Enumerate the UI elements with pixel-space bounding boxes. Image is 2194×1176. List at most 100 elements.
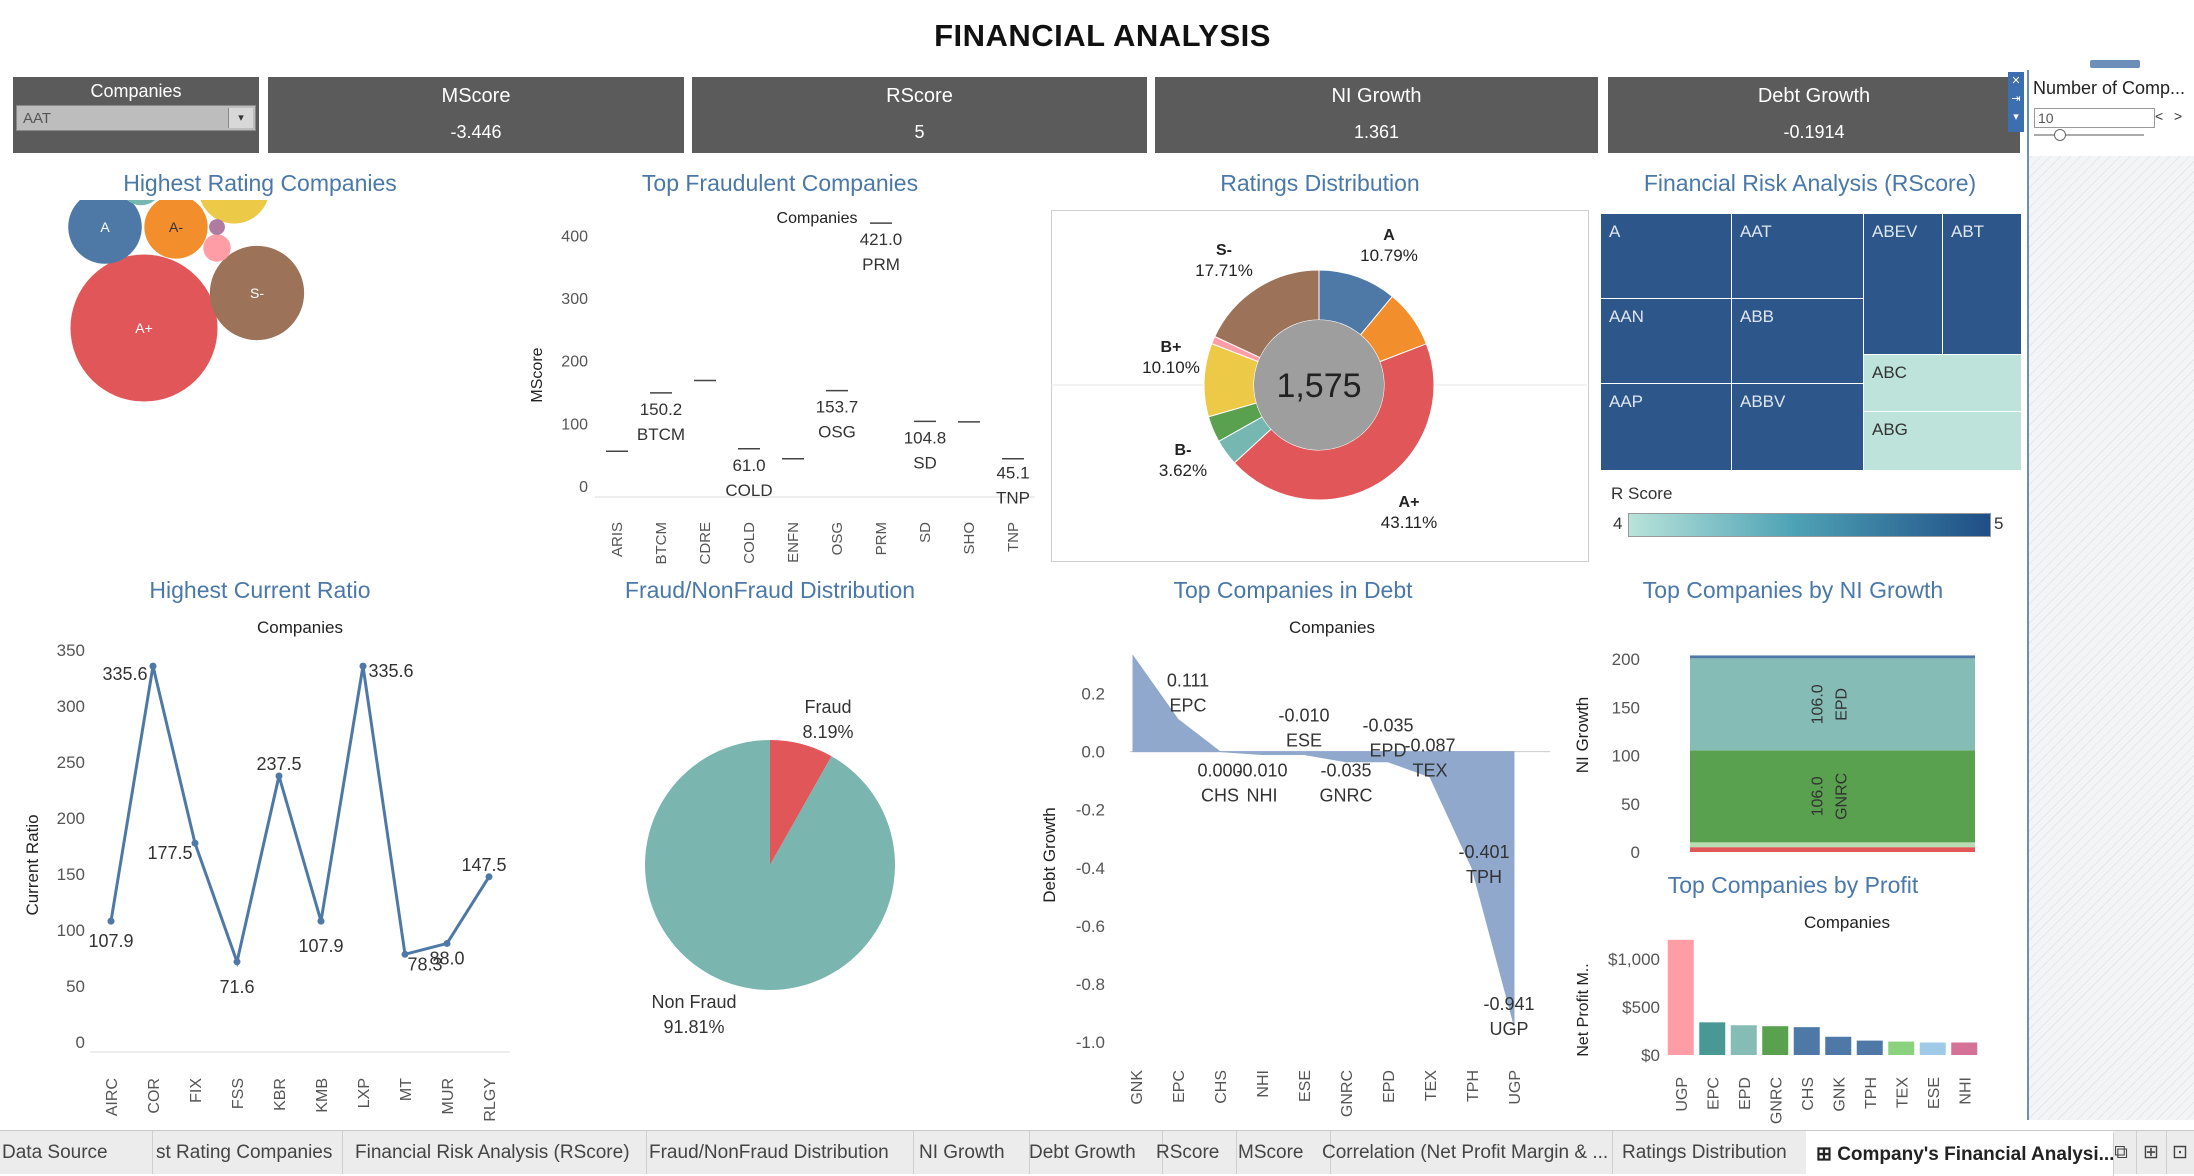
tab-company-analysis[interactable]: ⊞ Company's Financial Analysi... xyxy=(1806,1131,2114,1176)
count-input[interactable]: 10 xyxy=(2034,108,2155,128)
ni-growth-chart: NI Growth 0 50 100 150 200 106.0 GNRC 106.0 EPD xyxy=(1573,650,1975,862)
debt-chart-title: Top Companies in Debt xyxy=(1173,577,1413,603)
slice-name: B+ xyxy=(1161,339,1182,356)
slice-name: Non Fraud xyxy=(651,992,736,1012)
y-tick: 0 xyxy=(76,1033,85,1052)
series-line xyxy=(109,665,491,968)
profit-bar xyxy=(1888,1041,1915,1055)
tab-correlation[interactable]: Correlation (Net Profit Margin & ... xyxy=(1320,1131,1613,1174)
bar-segment xyxy=(1690,750,1975,843)
new-story-icon[interactable]: ⊡ xyxy=(2166,1131,2194,1174)
kpi-rscore: RScore 5 xyxy=(692,77,1147,153)
chevron-down-icon[interactable]: ▾ xyxy=(228,108,253,128)
pin-icon: ✕ ⇥ ▾ xyxy=(2011,75,2021,123)
treemap-cell[interactable]: ABG xyxy=(1864,412,2021,470)
dropdown-value: AAT xyxy=(23,110,52,127)
treemap-cell[interactable]: AAN xyxy=(1601,299,1731,383)
data-label: -0.035 xyxy=(1320,761,1371,781)
pie-slice xyxy=(645,740,895,990)
slice-pct: 3.62% xyxy=(1159,461,1207,480)
kpi-label: NI Growth xyxy=(1331,85,1422,107)
tab-ratings-distribution[interactable]: Ratings Distribution xyxy=(1610,1131,1816,1174)
companies-dropdown[interactable]: AAT ▾ xyxy=(16,105,256,131)
x-tick: MUR xyxy=(440,1078,457,1114)
chevron-left-icon[interactable]: < xyxy=(2155,108,2163,124)
fraud-pie-chart: Fraud 8.19% Non Fraud 91.81% xyxy=(645,697,895,1037)
tab-rscore[interactable]: RScore xyxy=(1148,1131,1237,1174)
slice-pct: 43.11% xyxy=(1381,513,1437,532)
profit-bar xyxy=(1667,939,1694,1055)
data-label: 147.5 xyxy=(461,855,506,875)
slider-track[interactable] xyxy=(2034,134,2144,136)
segment-name: GNRC xyxy=(1834,773,1851,820)
risk-treemap: A AAT ABEV ABT AAN ABB AAP ABBV ABC ABG xyxy=(1601,214,2021,470)
treemap-cell[interactable]: ABBV xyxy=(1732,384,1863,470)
legend-title: R Score xyxy=(1611,484,1673,503)
tab-data-source[interactable]: Data Source xyxy=(0,1131,153,1174)
treemap-cell[interactable]: ABC xyxy=(1864,355,2021,411)
panel-toggle[interactable]: ✕ ⇥ ▾ xyxy=(2008,72,2024,132)
profit-bar xyxy=(1730,1025,1757,1055)
fraudulent-chart: Companies MScore 0 100 200 300 400 ARIS BTCM CDRE… xyxy=(529,210,1035,565)
slice-pct: 91.81% xyxy=(663,1017,724,1037)
tab-ni-growth[interactable]: NI Growth xyxy=(905,1131,1030,1174)
y-tick: 0.2 xyxy=(1081,685,1105,704)
x-tick: OSG xyxy=(829,522,846,555)
slider-handle[interactable] xyxy=(2054,129,2066,141)
tab-financial-risk[interactable]: Financial Risk Analysis (RScore) xyxy=(343,1131,647,1174)
tab-fraud-distribution[interactable]: Fraud/NonFraud Distribution xyxy=(637,1131,914,1174)
data-label: EPD xyxy=(1369,741,1406,761)
y-tick: -0.6 xyxy=(1076,917,1105,936)
x-tick: TEX xyxy=(1894,1077,1911,1108)
companies-filter[interactable]: Companies AAT ▾ xyxy=(13,77,259,153)
x-tick: TEX xyxy=(1423,1070,1440,1101)
legend-min: 4 xyxy=(1613,514,1623,533)
y-tick: -1.0 xyxy=(1076,1033,1105,1052)
data-label: 88.0 xyxy=(429,948,464,968)
profit-bar xyxy=(1856,1040,1883,1055)
chevron-right-icon[interactable]: > xyxy=(2174,108,2182,124)
profit-title: Top Companies by Profit xyxy=(1667,872,1919,898)
filter-label: Companies xyxy=(90,81,182,101)
x-tick: GNK xyxy=(1129,1070,1146,1105)
bar-segment xyxy=(1690,842,1975,848)
kpi-value: 1.361 xyxy=(1353,122,1400,142)
treemap-cell[interactable]: AAP xyxy=(1601,384,1731,470)
slice-pct: 10.79% xyxy=(1360,246,1418,265)
data-point xyxy=(443,939,451,947)
bar-segment xyxy=(1690,658,1975,751)
x-tick: ENFN xyxy=(785,522,802,563)
current-ratio-title: Highest Current Ratio xyxy=(149,577,371,603)
y-axis-label: Net Profit M.. xyxy=(1575,963,1592,1056)
treemap-cell[interactable]: A xyxy=(1601,214,1731,298)
x-tick: GNRC xyxy=(1768,1077,1785,1124)
treemap-cell[interactable]: ABEV xyxy=(1864,214,1942,354)
bubble-chart: A+S-AA-B+BB- xyxy=(68,200,305,402)
x-tick: PRM xyxy=(873,522,890,555)
treemap-cell[interactable]: AAT xyxy=(1732,214,1863,298)
y-tick: 0 xyxy=(579,479,588,496)
bubble xyxy=(200,200,268,224)
data-label: 421.0 xyxy=(860,230,903,249)
treemap-cell[interactable]: ABB xyxy=(1732,299,1863,383)
panel-label: Number of Comp... xyxy=(2033,78,2186,98)
fraudulent-chart-title: Top Fraudulent Companies xyxy=(641,170,919,196)
y-tick: 200 xyxy=(1612,650,1640,669)
tab-debt-growth[interactable]: Debt Growth xyxy=(1015,1131,1163,1174)
page-title: FINANCIAL ANALYSIS xyxy=(934,18,1271,53)
x-tick: UGP xyxy=(1507,1070,1524,1105)
tab-highest-rating[interactable]: st Rating Companies xyxy=(153,1131,343,1174)
x-tick: FIX xyxy=(188,1078,205,1103)
new-dashboard-icon[interactable]: ⊞ xyxy=(2136,1131,2167,1174)
bubble-label: A xyxy=(100,219,110,235)
tab-mscore[interactable]: MScore xyxy=(1228,1131,1331,1174)
new-sheet-icon[interactable]: ⧉ xyxy=(2106,1131,2137,1174)
bar-segment xyxy=(1690,847,1975,852)
data-point xyxy=(233,958,241,966)
data-label: OSG xyxy=(818,423,856,442)
treemap-cell[interactable]: ABT xyxy=(1943,214,2021,354)
bar-segment xyxy=(1690,655,1975,659)
right-panel: Number of Comp... 10 < > xyxy=(2027,70,2194,1120)
bubble-label: A+ xyxy=(135,320,153,336)
drag-handle-icon[interactable] xyxy=(2090,60,2140,68)
